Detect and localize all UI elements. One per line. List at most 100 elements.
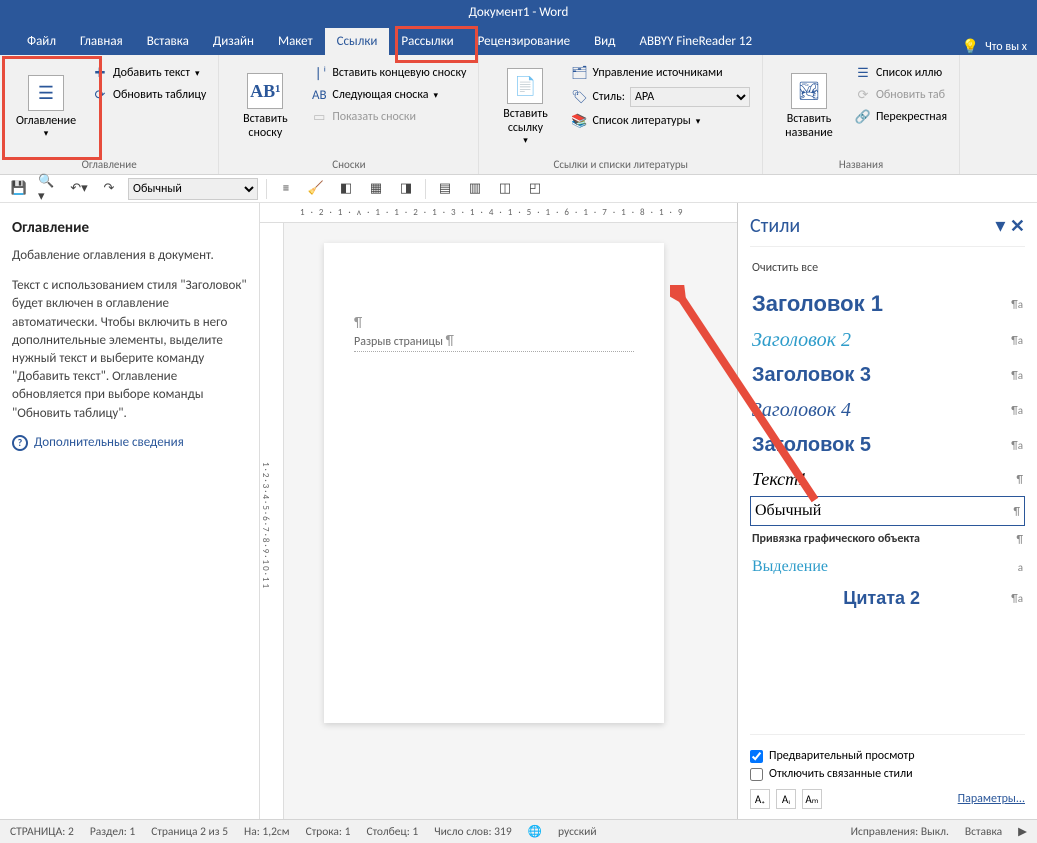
show-footnotes-icon: ▭ <box>311 109 327 125</box>
manage-styles-icon[interactable]: Aₘ <box>802 789 822 809</box>
ruler-horizontal[interactable]: 1 · 2 · 1 · ᴧ · 1 · 1 · 2 · 1 · 3 · 1 · … <box>260 203 737 223</box>
disable-linked-checkbox[interactable]: Отключить связанные стили <box>750 767 1025 781</box>
tab-review[interactable]: Рецензирование <box>466 28 582 55</box>
ribbon-tabs: Файл Главная Вставка Дизайн Макет Ссылки… <box>0 25 1037 55</box>
tab-file[interactable]: Файл <box>15 28 68 55</box>
group-footnotes: AB¹ Вставить сноску ❘ⁱВставить концевую … <box>219 55 479 174</box>
manage-icon: 🗂 <box>571 65 587 81</box>
toc-button[interactable]: ☰ Оглавление <box>6 59 86 155</box>
illustrations-list-button[interactable]: ☰Список иллю <box>851 63 951 83</box>
style-anchor[interactable]: Привязка графического объекта¶ <box>750 526 1025 552</box>
pane-options-icon[interactable]: ▾ ✕ <box>995 213 1025 238</box>
insert-footnote-button[interactable]: AB¹ Вставить сноску <box>225 59 305 155</box>
tooltip-more-link[interactable]: ?Дополнительные сведения <box>12 435 247 451</box>
qbtn-1[interactable]: ≡ <box>275 178 297 200</box>
title-bar: Документ1 - Word <box>0 0 1037 25</box>
status-lang[interactable]: русский <box>558 825 597 839</box>
style-icon: 🏷 <box>571 89 587 105</box>
bibliography-button[interactable]: 📚Список литературы <box>567 111 754 131</box>
ruler-vertical[interactable]: 1·2·3·4·5·6·7·8·9·10·11 <box>260 223 284 819</box>
new-style-icon[interactable]: A₊ <box>750 789 770 809</box>
clear-all-button[interactable]: Очистить все <box>750 257 1025 285</box>
style-quote2[interactable]: Цитата 2¶a <box>750 582 1025 615</box>
bulb-icon: 💡 <box>962 38 979 55</box>
inspect-style-icon[interactable]: Aᵢ <box>776 789 796 809</box>
style-heading4[interactable]: Заголовок 4¶a <box>750 393 1025 428</box>
cross-ref-button[interactable]: 🔗Перекрестная <box>851 107 951 127</box>
update-illus-icon: ⟳ <box>855 87 871 103</box>
redo-icon[interactable]: ↷ <box>98 178 120 200</box>
qbtn-2[interactable]: 🧹 <box>305 178 327 200</box>
main-area: Оглавление Добавление оглавления в докум… <box>0 203 1037 819</box>
style-heading5[interactable]: Заголовок 5¶a <box>750 428 1025 463</box>
status-page[interactable]: СТРАНИЦА: 2 <box>10 825 74 839</box>
manage-sources-button[interactable]: 🗂Управление источниками <box>567 63 754 83</box>
status-section[interactable]: Раздел: 1 <box>90 825 135 839</box>
add-text-button[interactable]: ✚Добавить текст <box>88 63 210 83</box>
style-text1[interactable]: Текст1¶ <box>750 463 1025 496</box>
style-heading3[interactable]: Заголовок 3¶a <box>750 358 1025 393</box>
undo-icon[interactable]: ↶▾ <box>68 178 90 200</box>
status-column[interactable]: Столбец: 1 <box>366 825 418 839</box>
insert-caption-button[interactable]: 🏞 Вставить название <box>769 59 849 155</box>
show-footnotes-button[interactable]: ▭Показать сноски <box>307 107 470 127</box>
styles-pane-footer: Предварительный просмотр Отключить связа… <box>750 734 1025 809</box>
citation-style-select[interactable]: 🏷Стиль: APA <box>567 85 754 109</box>
macro-icon[interactable]: ▶ <box>1018 824 1027 839</box>
qbtn-3[interactable]: ◧ <box>335 178 357 200</box>
search-icon[interactable]: 🔍▾ <box>38 178 60 200</box>
insert-endnote-button[interactable]: ❘ⁱВставить концевую сноску <box>307 63 470 83</box>
tab-references[interactable]: Ссылки <box>325 28 390 55</box>
group-captions: 🏞 Вставить название ☰Список иллю ⟳Обнови… <box>763 55 960 174</box>
style-heading2[interactable]: Заголовок 2¶a <box>750 323 1025 358</box>
qbtn-4[interactable]: ▦ <box>365 178 387 200</box>
citation-icon: 📄 <box>507 68 543 104</box>
qbtn-6[interactable]: ▤ <box>434 178 456 200</box>
tab-insert[interactable]: Вставка <box>135 28 201 55</box>
pilcrow-icon: ¶ <box>354 314 362 331</box>
styles-pane-header: Стили ▾ ✕ <box>750 213 1025 238</box>
tab-design[interactable]: Дизайн <box>201 28 266 55</box>
style-normal[interactable]: Обычный¶ <box>750 496 1025 526</box>
qbtn-5[interactable]: ◨ <box>395 178 417 200</box>
group-label-toc: Оглавление <box>6 155 212 174</box>
status-at[interactable]: На: 1,2см <box>244 825 290 839</box>
preview-checkbox[interactable]: Предварительный просмотр <box>750 749 1025 763</box>
style-dropdown[interactable]: APA <box>630 87 750 107</box>
styles-pane: Стили ▾ ✕ Очистить все Заголовок 1¶a Заг… <box>737 203 1037 819</box>
status-line[interactable]: Строка: 1 <box>306 825 351 839</box>
style-heading1[interactable]: Заголовок 1¶a <box>750 285 1025 323</box>
crossref-icon: 🔗 <box>855 109 871 125</box>
qbtn-9[interactable]: ◰ <box>524 178 546 200</box>
style-quick-select[interactable]: Обычный <box>128 178 258 200</box>
tooltip-title: Оглавление <box>12 219 247 237</box>
tab-home[interactable]: Главная <box>68 28 135 55</box>
qbtn-7[interactable]: ▥ <box>464 178 486 200</box>
update-illus-button[interactable]: ⟳Обновить таб <box>851 85 951 105</box>
next-footnote-button[interactable]: ABСледующая сноска <box>307 85 470 105</box>
tooltip-p1: Добавление оглавления в документ. <box>12 247 247 265</box>
qbtn-8[interactable]: ◫ <box>494 178 516 200</box>
group-label-citations: Ссылки и списки литературы <box>485 155 756 174</box>
status-insert[interactable]: Вставка <box>965 825 1002 839</box>
status-words[interactable]: Число слов: 319 <box>434 825 511 839</box>
save-icon[interactable]: 💾 <box>8 178 30 200</box>
tab-layout[interactable]: Макет <box>266 28 325 55</box>
tell-me[interactable]: 💡Что вы х <box>962 38 1037 55</box>
lang-icon[interactable]: 🌐 <box>528 824 542 839</box>
close-icon[interactable]: ✕ <box>1010 215 1025 237</box>
tab-mailings[interactable]: Рассылки <box>389 28 465 55</box>
status-page-of[interactable]: Страница 2 из 5 <box>151 825 228 839</box>
group-citations: 📄 Вставить ссылку 🗂Управление источникам… <box>479 55 763 174</box>
group-label-captions: Названия <box>769 155 953 174</box>
illus-icon: ☰ <box>855 65 871 81</box>
tab-abbyy[interactable]: ABBYY FineReader 12 <box>627 28 764 55</box>
insert-citation-button[interactable]: 📄 Вставить ссылку <box>485 59 565 155</box>
group-label-footnotes: Сноски <box>225 155 472 174</box>
status-track[interactable]: Исправления: Выкл. <box>851 825 949 839</box>
style-highlight[interactable]: Выделениеa <box>750 552 1025 582</box>
params-link[interactable]: Параметры... <box>958 792 1025 806</box>
document-page[interactable]: ¶ Разрыв страницы ¶ <box>324 243 664 723</box>
update-toc-button[interactable]: ⟳Обновить таблицу <box>88 85 210 105</box>
tab-view[interactable]: Вид <box>582 28 627 55</box>
